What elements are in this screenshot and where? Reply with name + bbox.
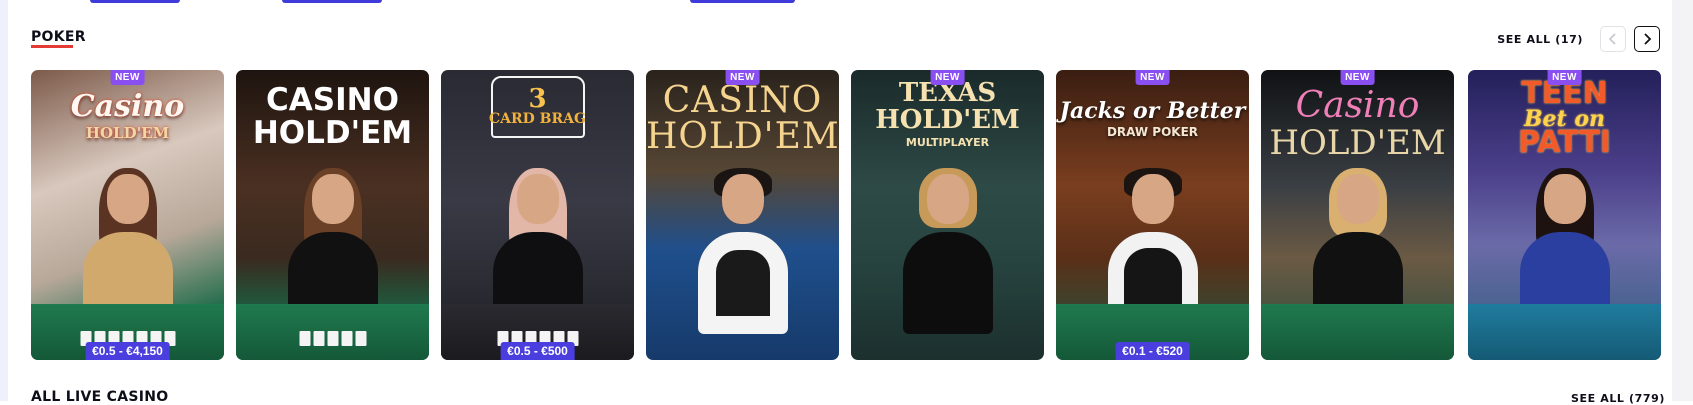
game-logo: Jacks or Better DRAW POKER: [1059, 98, 1246, 139]
section-title-poker: POKER: [31, 29, 86, 48]
game-card-casino-holdem-4[interactable]: Casino HOLD'EM NEW: [1261, 70, 1454, 360]
new-badge: NEW: [1340, 70, 1375, 85]
dealer-image: [697, 168, 788, 334]
new-badge: NEW: [1135, 70, 1170, 85]
section-title-all-live-casino: ALL LIVE CASINO: [31, 389, 169, 405]
table-felt: [236, 304, 429, 360]
game-logo: CASINO HOLD'EM: [646, 80, 839, 157]
game-card-jacks-or-better[interactable]: Jacks or Better DRAW POKER NEW €0.1 - €52…: [1056, 70, 1249, 360]
game-card-3-card-brag[interactable]: 3 CARD BRAG €0.5 - €500: [441, 70, 634, 360]
carousel-prev-button[interactable]: [1600, 26, 1626, 52]
game-card-casino-holdem-2[interactable]: CASINO HOLD'EM: [236, 70, 429, 360]
scrollbar-track[interactable]: [1672, 0, 1693, 401]
game-card-texas-holdem[interactable]: TEXAS HOLD'EM MULTIPLAYER NEW: [851, 70, 1044, 360]
table-felt: [1261, 304, 1454, 360]
game-logo: Casino HOLD'EM: [1269, 85, 1446, 163]
new-badge: NEW: [1547, 70, 1582, 85]
dealer-image: [902, 168, 993, 334]
game-card-casino-holdem[interactable]: Casino HOLD'EM NEW €0.5 - €4,150: [31, 70, 224, 360]
see-all-link-live[interactable]: SEE ALL (779): [1571, 392, 1665, 405]
game-logo: 3 CARD BRAG: [489, 84, 586, 127]
table-felt: [1468, 304, 1661, 360]
clipped-price-badge: [90, 0, 180, 3]
new-badge: NEW: [110, 70, 145, 85]
left-rail: [0, 0, 8, 401]
game-card-teen-patti[interactable]: TEEN Bet on PATTI NEW: [1468, 70, 1661, 360]
game-card-casino-holdem-3[interactable]: CASINO HOLD'EM NEW: [646, 70, 839, 360]
game-logo: TEXAS HOLD'EM MULTIPLAYER: [875, 78, 1020, 149]
chevron-right-icon: [1644, 33, 1652, 45]
bet-range-badge: €0.1 - €520: [1115, 342, 1190, 360]
new-badge: NEW: [930, 70, 965, 85]
game-logo: Casino HOLD'EM: [70, 89, 185, 142]
chevron-left-icon: [1608, 33, 1616, 45]
new-badge: NEW: [725, 70, 760, 85]
poker-game-carousel: Casino HOLD'EM NEW €0.5 - €4,150 CASINO H…: [31, 70, 1663, 360]
clipped-price-badge: [690, 0, 795, 3]
carousel-next-button[interactable]: [1634, 26, 1660, 52]
game-logo: CASINO HOLD'EM: [252, 82, 413, 151]
game-logo: TEEN Bet on PATTI: [1518, 76, 1611, 161]
clipped-price-badge: [282, 0, 382, 3]
see-all-link[interactable]: SEE ALL (17): [1497, 33, 1583, 46]
bet-range-badge: €0.5 - €500: [500, 342, 575, 360]
bet-range-badge: €0.5 - €4,150: [85, 342, 170, 360]
